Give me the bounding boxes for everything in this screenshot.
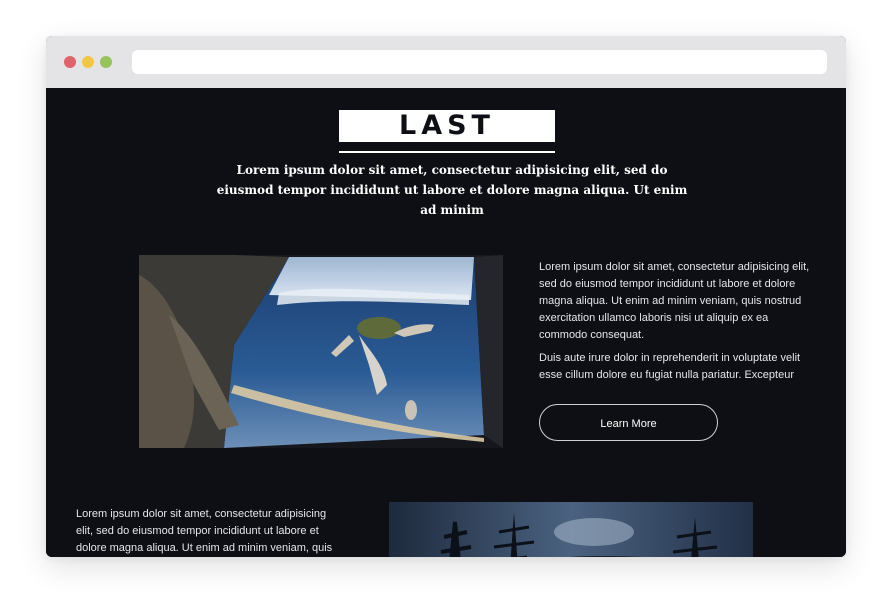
post-image-forest [389, 502, 753, 557]
browser-window: LAST POSTS Lorem ipsum dolor sit amet, c… [46, 36, 846, 557]
page-content: LAST POSTS Lorem ipsum dolor sit amet, c… [46, 88, 846, 557]
post-paragraph: Duis aute irure dolor in reprehenderit i… [539, 352, 801, 381]
close-window-dot[interactable] [64, 56, 76, 68]
section-intro: Lorem ipsum dolor sit amet, consectetur … [216, 163, 688, 217]
forest-photo [389, 502, 753, 557]
browser-toolbar [46, 36, 846, 88]
maximize-window-dot[interactable] [100, 56, 112, 68]
address-bar[interactable] [132, 50, 827, 74]
skydiving-photo [139, 255, 503, 448]
section-title: LAST POSTS [339, 110, 555, 173]
post-image-skydiving [139, 255, 503, 448]
minimize-window-dot[interactable] [82, 56, 94, 68]
post-paragraph: Lorem ipsum dolor sit amet, consectetur … [539, 261, 810, 341]
learn-more-button[interactable]: Learn More [539, 404, 718, 441]
title-underline [339, 151, 555, 153]
post-paragraph: Lorem ipsum dolor sit amet, consectetur … [76, 508, 333, 554]
